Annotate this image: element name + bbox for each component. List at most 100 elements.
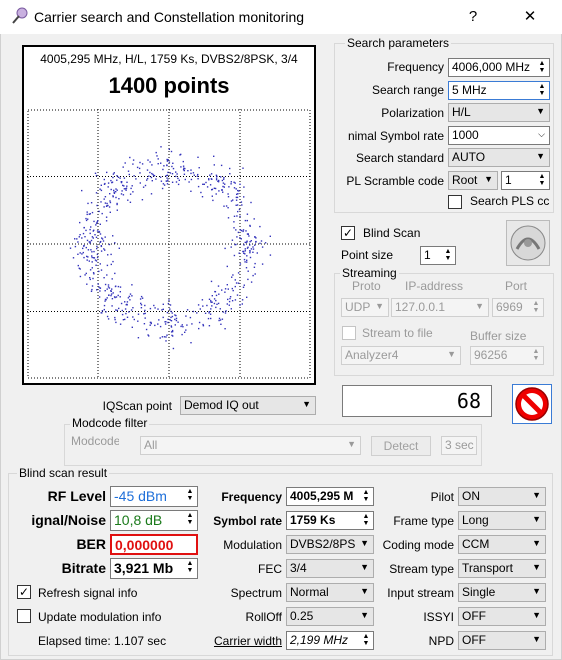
title-bar: Carrier search and Constellation monitor… [0, 0, 562, 34]
constellation-point [111, 305, 113, 307]
constellation-point [144, 184, 147, 187]
constellation-point [163, 336, 166, 338]
constellation-point [144, 317, 146, 319]
frequency-input[interactable]: 4006,000 MHz ▲ ▼ [448, 58, 550, 77]
carrier-width-label[interactable]: Carrier width [200, 634, 282, 648]
close-button[interactable]: ✕ [507, 0, 553, 34]
constellation-point [124, 162, 126, 164]
constellation-point [129, 293, 132, 295]
npd-label: NPD [428, 634, 454, 648]
analyzer-select[interactable]: Analyzer4 ▼ [341, 346, 461, 365]
constellation-point [214, 290, 216, 293]
search-range-spinner[interactable]: ▲ ▼ [536, 83, 548, 98]
constellation-point [162, 183, 165, 185]
constellation-point [161, 187, 164, 190]
constellation-point [169, 319, 171, 321]
coding-mode-select[interactable]: CCM ▼ [458, 535, 546, 554]
stop-button[interactable] [512, 384, 552, 424]
constellation-point [192, 310, 195, 313]
constellation-point [128, 311, 130, 313]
constellation-point [104, 182, 106, 185]
constellation-point [156, 155, 158, 157]
point-size-spinner[interactable]: ▲ ▼ [442, 248, 454, 263]
constellation-point [87, 202, 89, 205]
help-button[interactable]: ? [450, 0, 496, 34]
issyi-select[interactable]: OFF ▼ [458, 607, 546, 626]
constellation-point [223, 186, 225, 188]
pl-scramble-code-input[interactable]: 1 ▲ ▼ [501, 171, 550, 190]
constellation-point [171, 312, 173, 314]
constellation-point [244, 250, 246, 252]
constellation-point [240, 238, 242, 240]
constellation-point [82, 251, 84, 254]
pl-scramble-spinner[interactable]: ▲ ▼ [536, 173, 548, 188]
constellation-point [167, 302, 170, 305]
constellation-point [190, 342, 192, 344]
constellation-point [148, 335, 150, 337]
constellation-point [112, 260, 114, 263]
constellation-point [227, 217, 230, 219]
constellation-point [236, 215, 238, 217]
iqscan-point-select[interactable]: Demod IQ out ▼ [180, 396, 316, 415]
buffer-size-input[interactable]: 96256 ▲ ▼ [470, 346, 544, 365]
constellation-point [190, 169, 192, 171]
constellation-point [224, 291, 226, 293]
constellation-point [177, 321, 179, 323]
constellation-point [252, 246, 254, 248]
search-pls-checkbox[interactable] [448, 195, 462, 209]
constellation-point [246, 240, 248, 242]
search-range-input[interactable]: 5 MHz ▲ ▼ [448, 81, 550, 100]
constellation-point [123, 177, 126, 179]
search-standard-select[interactable]: AUTO ▼ [448, 148, 550, 167]
constellation-point [149, 321, 152, 324]
refresh-signal-checkbox[interactable]: ✓ [17, 585, 31, 599]
modcode-select[interactable]: All ▼ [140, 436, 361, 455]
rolloff-select[interactable]: 0.25 ▼ [286, 607, 374, 626]
constellation-point [105, 311, 107, 313]
blind-scan-checkbox[interactable]: ✓ [341, 226, 355, 240]
ber-value: 0,000000 [110, 534, 198, 555]
constellation-point [227, 196, 230, 198]
input-stream-select[interactable]: Single ▼ [458, 583, 546, 602]
constellation-point [97, 220, 99, 222]
constellation-point [126, 185, 128, 187]
update-modulation-checkbox[interactable] [17, 609, 31, 623]
constellation-point [182, 326, 184, 328]
polarization-select[interactable]: H/L ▼ [448, 103, 550, 122]
constellation-point [98, 210, 100, 213]
constellation-point [89, 232, 91, 235]
constellation-point [218, 317, 221, 320]
constellation-point [100, 201, 102, 203]
port-input[interactable]: 6969 ▲ ▼ [492, 298, 544, 317]
satellite-dish-icon[interactable] [506, 220, 550, 266]
constellation-point [201, 299, 204, 301]
proto-select[interactable]: UDP ▼ [341, 298, 389, 317]
pl-scramble-mode-select[interactable]: Root ▼ [448, 171, 498, 190]
modulation-select[interactable]: DVBS2/8PS ▼ [286, 535, 374, 554]
frequency-spinner[interactable]: ▲ ▼ [536, 60, 548, 75]
stream-to-file-checkbox[interactable] [342, 326, 356, 340]
constellation-point [197, 185, 200, 188]
ip-address-select[interactable]: 127.0.0.1 ▼ [391, 298, 489, 317]
detect-seconds-input[interactable]: 3 sec [441, 436, 477, 455]
min-symbol-rate-select[interactable]: 1000 ⌵ [448, 126, 550, 145]
stream-type-select[interactable]: Transport ▼ [458, 559, 546, 578]
constellation-point [149, 171, 151, 174]
constellation-point [112, 196, 114, 198]
npd-select[interactable]: OFF ▼ [458, 631, 546, 650]
constellation-point [100, 189, 103, 192]
constellation-point [85, 229, 87, 232]
constellation-point [254, 262, 256, 265]
constellation-point [269, 254, 272, 256]
constellation-point [175, 319, 178, 322]
pilot-select[interactable]: ON ▼ [458, 487, 546, 506]
point-size-input[interactable]: 1 ▲ ▼ [420, 246, 456, 265]
constellation-point [174, 318, 176, 321]
frame-type-select[interactable]: Long ▼ [458, 511, 546, 530]
detect-button[interactable]: Detect [371, 436, 431, 456]
spectrum-select[interactable]: Normal ▼ [286, 583, 374, 602]
fec-select[interactable]: 3/4 ▼ [286, 559, 374, 578]
constellation-point [99, 263, 101, 265]
constellation-point [85, 217, 87, 220]
constellation-point [168, 161, 171, 163]
